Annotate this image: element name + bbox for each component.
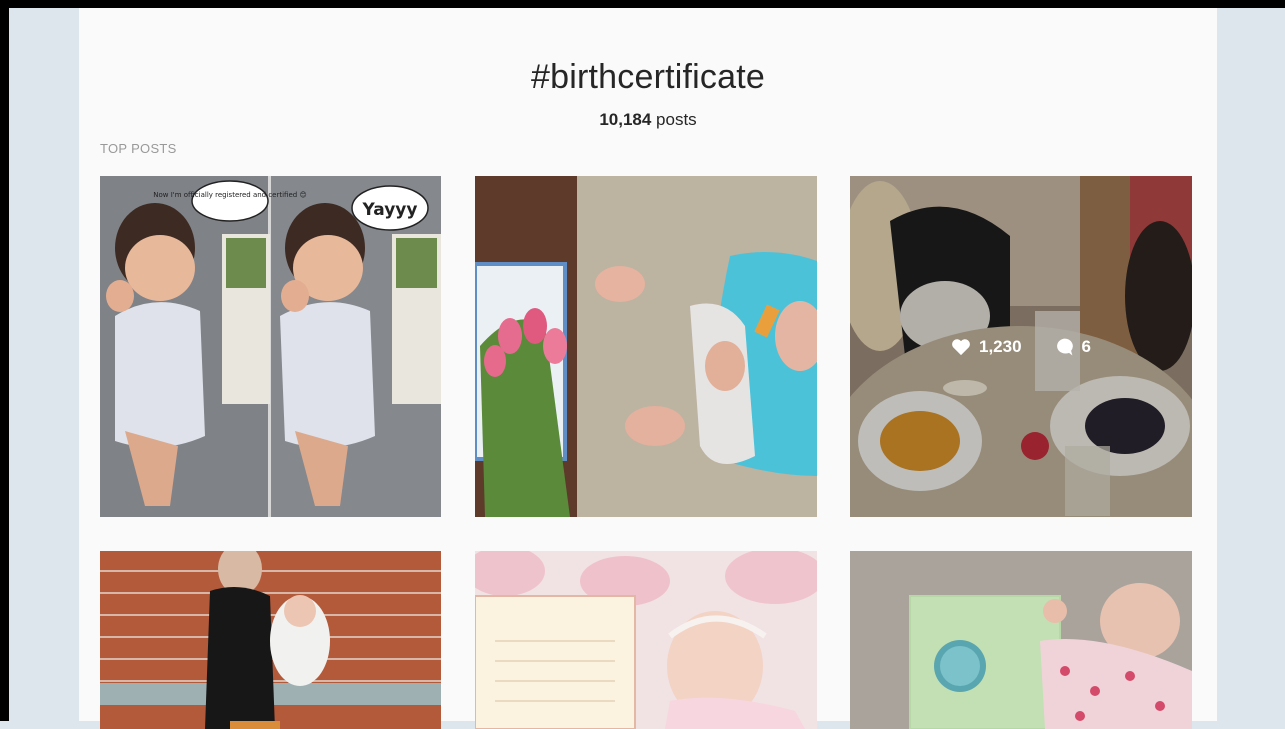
post-thumbnail-5[interactable] [475, 551, 817, 729]
hashtag-page: #birthcertificate 10,184 posts TOP POSTS [79, 8, 1217, 729]
comments-stat: 6 [1054, 337, 1091, 357]
post-count-label: posts [656, 110, 697, 129]
post-photo-1: Now I'm officially registered and certif… [100, 176, 441, 517]
post-thumbnail-4[interactable] [100, 551, 441, 729]
post-thumbnail-1[interactable]: Now I'm officially registered and certif… [100, 176, 441, 517]
post-photo-6 [850, 551, 1192, 729]
window-frame-left [0, 0, 9, 721]
post-photo-2 [475, 176, 817, 517]
right-margin [1217, 8, 1285, 721]
heart-icon [952, 338, 970, 355]
post-thumbnail-2[interactable] [475, 176, 817, 517]
left-margin [9, 8, 79, 721]
post-count-number: 10,184 [599, 110, 652, 129]
speech-bubble-1-text: Now I'm officially registered and certif… [153, 191, 307, 199]
window-frame-top [0, 0, 1285, 8]
comments-count: 6 [1081, 336, 1091, 356]
post-thumbnail-6[interactable] [850, 551, 1192, 729]
post-photo-4 [100, 551, 441, 729]
post-count: 10,184 posts [79, 110, 1217, 130]
top-posts-label: TOP POSTS [100, 141, 177, 156]
post-photo-5 [475, 551, 817, 729]
likes-count: 1,230 [978, 336, 1022, 356]
hashtag-title: #birthcertificate [531, 58, 765, 96]
post-hover-overlay: 1,230 6 [850, 176, 1192, 517]
speech-bubble-2-text: Yayyy [362, 200, 418, 220]
comment-bubble-icon [1056, 338, 1073, 355]
likes-stat: 1,230 [951, 337, 1022, 357]
post-thumbnail-3[interactable]: 1,230 6 [850, 176, 1192, 517]
